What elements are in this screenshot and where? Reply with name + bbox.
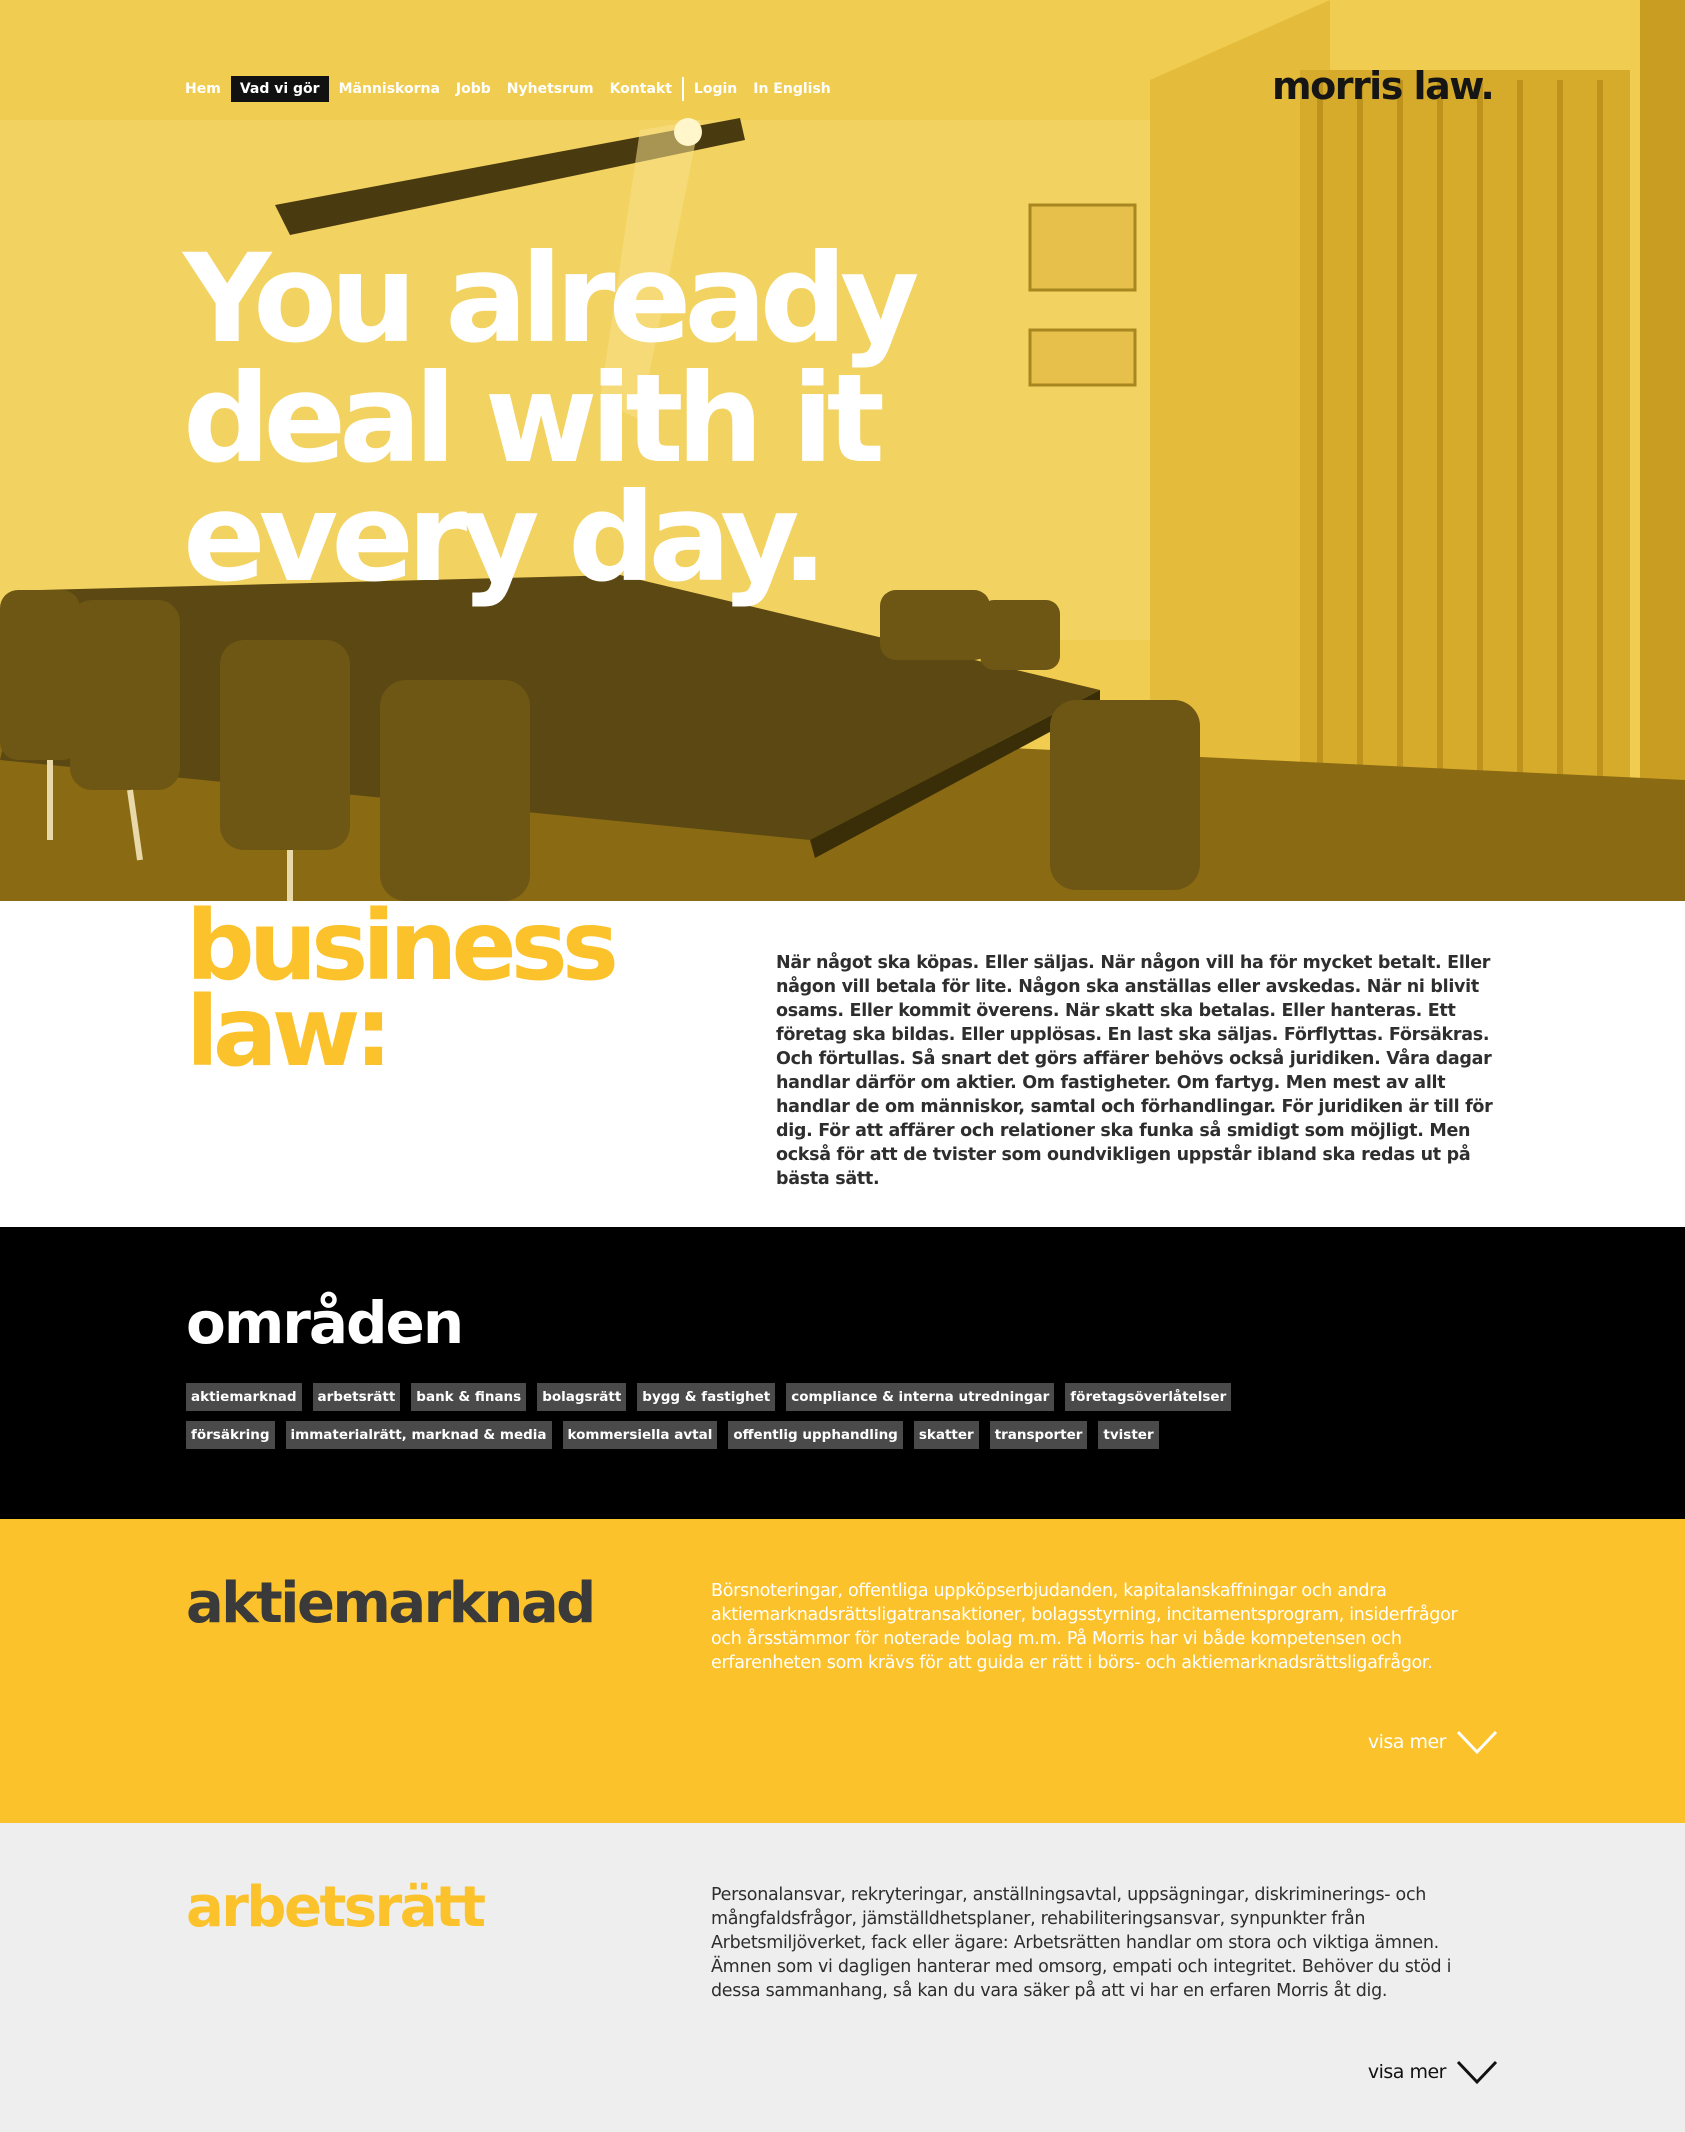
nav-item-vad-vi-gor[interactable]: Vad vi gör xyxy=(230,76,329,102)
nav-item-hem[interactable]: Hem xyxy=(185,76,229,102)
nav-item-kontakt[interactable]: Kontakt xyxy=(602,76,680,102)
area-tag-aktiemarknad[interactable]: aktiemarknad xyxy=(186,1383,302,1411)
hero: Hem Vad vi gör Människorna Jobb Nyhetsru… xyxy=(0,0,1685,901)
hero-title-line: You already xyxy=(183,228,920,370)
intro-section: business law: När något ska köpas. Eller… xyxy=(0,898,1685,1227)
areas-title: områden xyxy=(186,1289,464,1357)
area-tags: aktiemarknad arbetsrätt bank & finans bo… xyxy=(186,1383,1306,1459)
section-aktiemarknad: aktiemarknad Börsnoteringar, offentliga … xyxy=(0,1519,1685,1823)
area-tag-forsakring[interactable]: försäkring xyxy=(186,1421,275,1449)
area-tag-transporter[interactable]: transporter xyxy=(989,1421,1088,1449)
area-tag-immaterialratt[interactable]: immaterialrätt, marknad & media xyxy=(285,1421,552,1449)
intro-title-line: law: xyxy=(186,976,393,1089)
nav-item-jobb[interactable]: Jobb xyxy=(448,76,499,102)
show-more-button[interactable]: visa mer xyxy=(1368,2059,1498,2085)
area-tag-tvister[interactable]: tvister xyxy=(1098,1421,1159,1449)
section-text: Börsnoteringar, offentliga uppköpserbjud… xyxy=(711,1581,1458,1673)
area-tag-bank-finans[interactable]: bank & finans xyxy=(411,1383,527,1411)
nav-divider xyxy=(681,77,684,101)
chevron-down-icon xyxy=(1456,1730,1498,1755)
show-more-label: visa mer xyxy=(1367,2061,1447,2083)
nav-item-in-english[interactable]: In English xyxy=(745,76,839,102)
chevron-down-icon xyxy=(1456,2060,1498,2085)
site-logo[interactable]: morris law. xyxy=(1272,64,1495,108)
area-tag-bolagsratt[interactable]: bolagsrätt xyxy=(537,1383,627,1411)
area-tag-compliance[interactable]: compliance & interna utredningar xyxy=(786,1383,1055,1411)
area-tag-arbetsratt[interactable]: arbetsrätt xyxy=(312,1383,401,1411)
area-tag-bygg-fastighet[interactable]: bygg & fastighet xyxy=(637,1383,776,1411)
nav-item-manniskorna[interactable]: Människorna xyxy=(331,76,448,102)
hero-title-line: every day. xyxy=(183,467,828,610)
show-more-label: visa mer xyxy=(1367,1731,1447,1753)
section-title: arbetsrätt xyxy=(186,1875,486,1940)
areas-section: områden aktiemarknad arbetsrätt bank & f… xyxy=(0,1227,1685,1519)
area-tag-kommersiella-avtal[interactable]: kommersiella avtal xyxy=(562,1421,718,1449)
nav-item-nyhetsrum[interactable]: Nyhetsrum xyxy=(499,76,602,102)
intro-title: business law: xyxy=(186,898,746,1089)
intro-text: När något ska köpas. Eller säljas. När n… xyxy=(776,953,1493,1189)
section-title: aktiemarknad xyxy=(186,1571,596,1636)
area-tag-skatter[interactable]: skatter xyxy=(913,1421,979,1449)
hero-title: You already deal with it every day. xyxy=(183,228,1163,610)
show-more-button[interactable]: visa mer xyxy=(1368,1729,1498,1755)
hero-title-line: deal with it xyxy=(183,347,885,490)
nav-item-login[interactable]: Login xyxy=(686,76,745,102)
main-nav: Hem Vad vi gör Människorna Jobb Nyhetsru… xyxy=(185,76,839,102)
area-tag-foretagsoverlatelser[interactable]: företagsöverlåtelser xyxy=(1065,1383,1232,1411)
section-text: Personalansvar, rekryteringar, anställni… xyxy=(711,1885,1452,2001)
section-arbetsratt: arbetsrätt Personalansvar, rekryteringar… xyxy=(0,1823,1685,2132)
area-tag-offentlig-upphandling[interactable]: offentlig upphandling xyxy=(728,1421,903,1449)
